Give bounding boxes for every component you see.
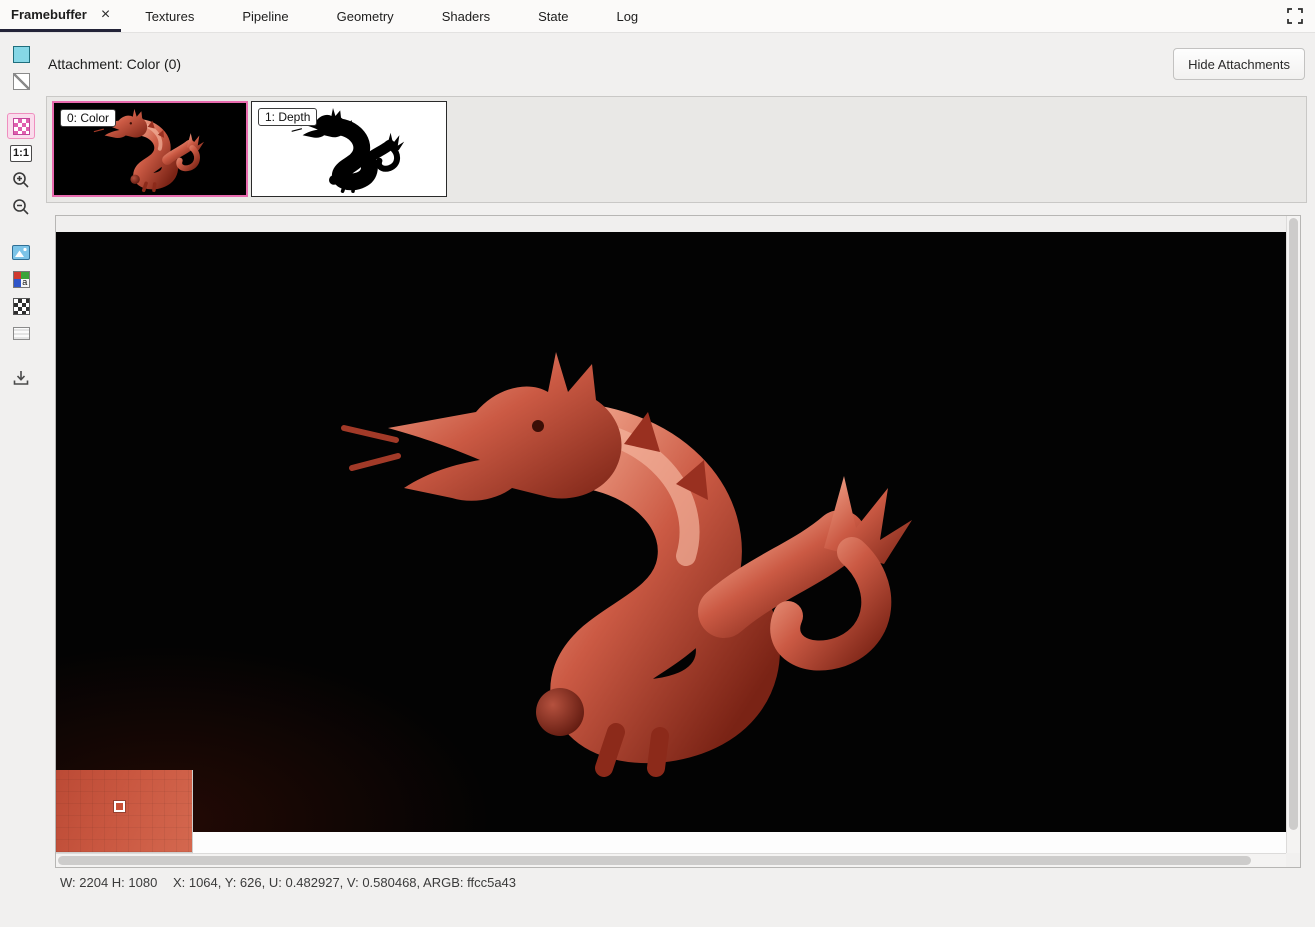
blue-channel-swatch: [14, 279, 22, 287]
tab-label: State: [538, 9, 568, 24]
vertical-scrollbar[interactable]: [1286, 216, 1300, 853]
tab-state[interactable]: State: [514, 0, 592, 32]
fit-image-icon: [12, 245, 30, 260]
tab-label: Log: [616, 9, 638, 24]
tab-shaders[interactable]: Shaders: [418, 0, 514, 32]
zoom-in-button[interactable]: [7, 167, 35, 193]
transparent-background-icon: [13, 73, 30, 90]
color-channels-button[interactable]: a: [7, 266, 35, 292]
fullscreen-icon: [1286, 7, 1304, 25]
tab-label: Shaders: [442, 9, 490, 24]
tab-geometry[interactable]: Geometry: [313, 0, 418, 32]
status-bar: W: 2204 H: 1080 X: 1064, Y: 626, U: 0.48…: [60, 875, 528, 890]
checkerboard-background-button[interactable]: [7, 113, 35, 139]
fullscreen-button[interactable]: [1284, 5, 1306, 27]
save-image-icon: [12, 369, 30, 387]
horizontal-scrollbar[interactable]: [56, 853, 1286, 867]
tab-framebuffer[interactable]: Framebuffer ×: [0, 0, 121, 32]
attachment-badge: 0: Color: [60, 109, 116, 127]
horizontal-scrollbar-thumb[interactable]: [58, 856, 1251, 865]
zoom-out-button[interactable]: [7, 194, 35, 220]
attachment-thumbnail-color[interactable]: 0: Color: [52, 101, 248, 197]
attachment-thumbnail-depth[interactable]: 1: Depth: [251, 101, 447, 197]
tab-label: Geometry: [337, 9, 394, 24]
zoom-out-icon: [12, 198, 30, 216]
red-channel-swatch: [14, 272, 22, 280]
tab-label: Pipeline: [242, 9, 288, 24]
alpha-checkerboard-icon: [13, 298, 30, 315]
image-viewer: [55, 215, 1301, 868]
alpha-channel-swatch: a: [21, 279, 29, 287]
solid-background-color-button[interactable]: [7, 41, 35, 67]
flat-shading-icon: [13, 327, 30, 340]
attachments-strip: 0: Color 1: Depth: [46, 96, 1307, 203]
flat-shading-button[interactable]: [7, 320, 35, 346]
tab-label: Framebuffer: [11, 7, 87, 22]
attachment-badge: 1: Depth: [258, 108, 317, 126]
pixel-cursor: [114, 801, 125, 812]
checkerboard-background-icon: [13, 118, 30, 135]
close-icon[interactable]: ×: [101, 7, 110, 23]
scrollbar-corner: [1286, 853, 1300, 867]
pixel-zoom-overlay: [56, 770, 193, 853]
dragon-render: [56, 232, 1286, 832]
alpha-checkerboard-button[interactable]: [7, 293, 35, 319]
tab-log[interactable]: Log: [592, 0, 662, 32]
color-channels-icon: a: [13, 271, 30, 288]
zoom-in-icon: [12, 171, 30, 189]
attachment-label: Attachment: Color (0): [48, 56, 181, 72]
viewer-toolbar: 1:1 a: [0, 33, 42, 927]
framebuffer-image[interactable]: [56, 232, 1286, 832]
tab-pipeline[interactable]: Pipeline: [218, 0, 312, 32]
tab-bar: Framebuffer × Textures Pipeline Geometry…: [0, 0, 1315, 33]
image-size-text: W: 2204 H: 1080: [60, 875, 157, 890]
vertical-scrollbar-thumb[interactable]: [1289, 218, 1298, 830]
tab-textures[interactable]: Textures: [121, 0, 218, 32]
hide-attachments-button[interactable]: Hide Attachments: [1173, 48, 1305, 80]
fit-image-button[interactable]: [7, 239, 35, 265]
zoom-actual-size-icon: 1:1: [10, 145, 32, 162]
save-image-button[interactable]: [7, 365, 35, 391]
zoom-actual-size-button[interactable]: 1:1: [7, 140, 35, 166]
pixel-info-text: X: 1064, Y: 626, U: 0.482927, V: 0.58046…: [173, 875, 516, 890]
viewer-top-strip: [56, 216, 1286, 232]
tab-label: Textures: [145, 9, 194, 24]
transparent-background-button[interactable]: [7, 68, 35, 94]
solid-background-color-icon: [13, 46, 30, 63]
